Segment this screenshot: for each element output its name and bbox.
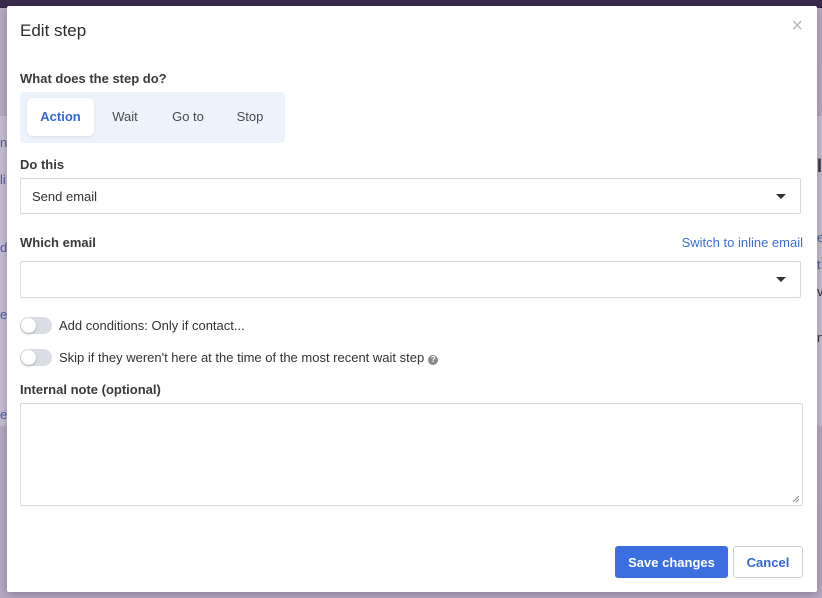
caret-down-icon <box>776 277 786 282</box>
background-text-fragment: va <box>817 284 822 299</box>
step-type-segmented-control: Action Wait Go to Stop <box>20 92 285 143</box>
edit-step-modal: Edit step × What does the step do? Actio… <box>7 6 817 592</box>
step-type-action-button[interactable]: Action <box>27 98 94 136</box>
cancel-button[interactable]: Cancel <box>733 546 803 578</box>
help-icon[interactable]: ? <box>428 355 439 365</box>
skip-label-text: Skip if they weren't here at the time of… <box>59 350 425 365</box>
background-text-fragment: li <box>0 172 6 187</box>
switch-to-inline-email-link[interactable]: Switch to inline email <box>682 235 803 250</box>
which-email-label: Which email <box>20 235 96 250</box>
add-conditions-toggle[interactable] <box>20 317 52 334</box>
close-icon[interactable]: × <box>791 16 803 36</box>
toggle-knob <box>21 350 36 365</box>
internal-note-label: Internal note (optional) <box>20 382 161 397</box>
background-text-fragment: e <box>817 230 822 245</box>
background-text-fragment: n <box>817 330 822 345</box>
save-changes-button[interactable]: Save changes <box>615 546 728 578</box>
background-text-fragment: l <box>817 156 822 176</box>
add-conditions-label: Add conditions: Only if contact... <box>59 318 245 333</box>
skip-if-not-here-toggle[interactable] <box>20 349 52 366</box>
do-this-select[interactable]: Send email <box>20 178 801 214</box>
step-type-stop-button[interactable]: Stop <box>226 98 274 136</box>
modal-title: Edit step <box>20 21 87 40</box>
do-this-label: Do this <box>20 157 65 172</box>
toggle-knob <box>21 318 36 333</box>
which-email-select[interactable] <box>20 261 801 298</box>
internal-note-textarea[interactable] <box>20 403 803 506</box>
skip-if-not-here-label: Skip if they weren't here at the time of… <box>59 350 439 365</box>
background-text-fragment: t <box>817 257 821 272</box>
caret-down-icon <box>776 194 786 199</box>
do-this-value: Send email <box>32 189 98 204</box>
step-type-wait-button[interactable]: Wait <box>100 98 150 136</box>
step-type-label: What does the step do? <box>20 71 167 86</box>
step-type-goto-button[interactable]: Go to <box>160 98 216 136</box>
